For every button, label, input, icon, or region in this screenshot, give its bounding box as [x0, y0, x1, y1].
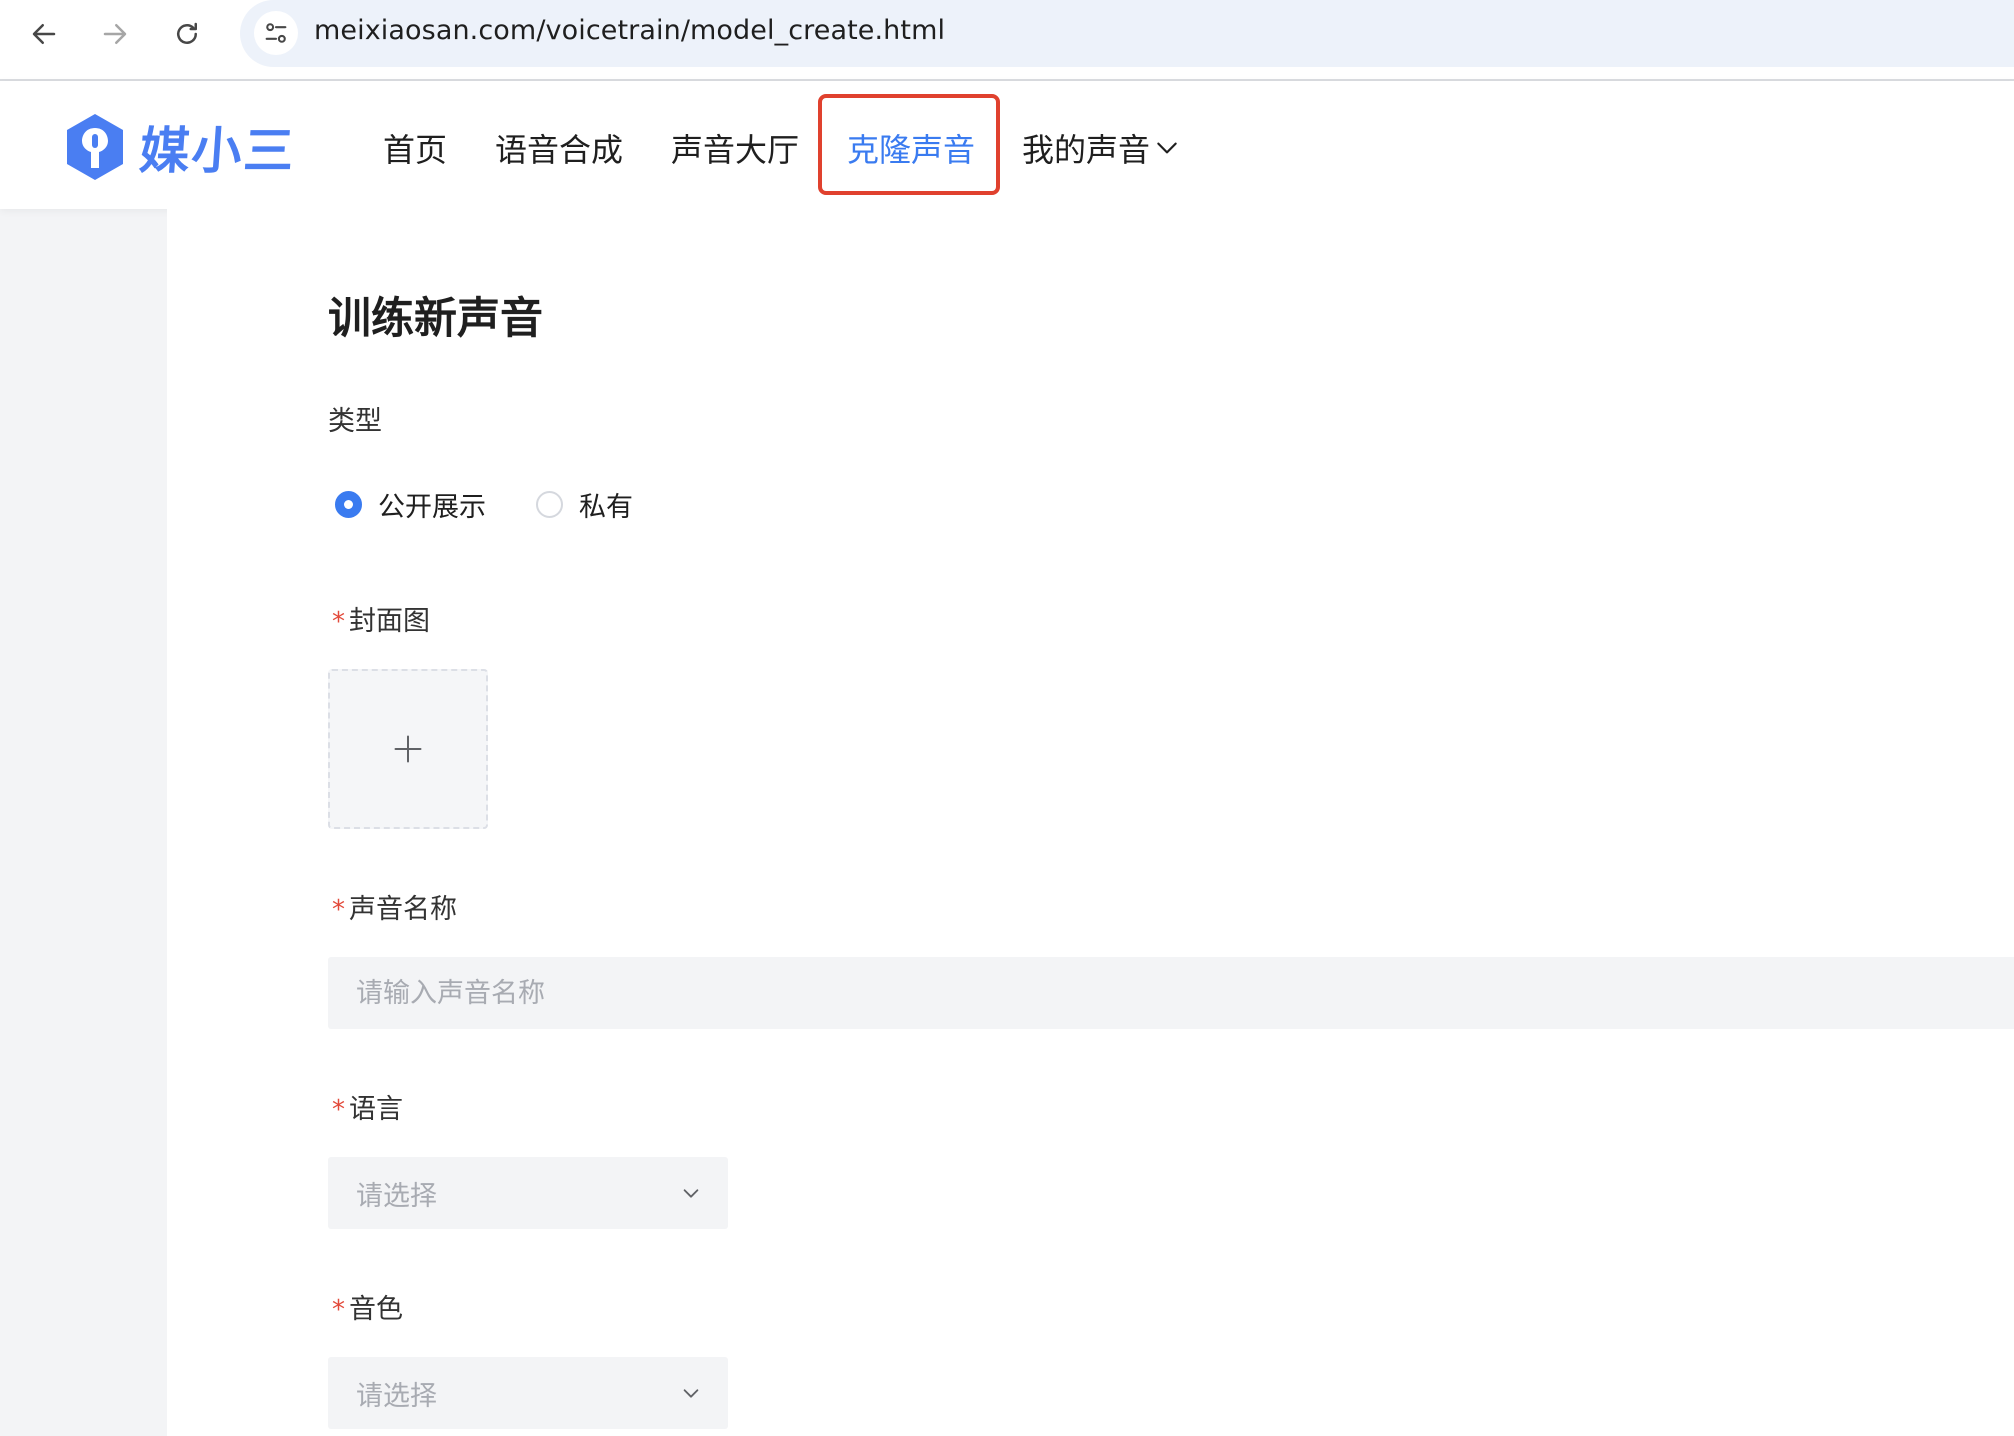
voice-name-input[interactable]: [328, 957, 2014, 1029]
radio-public-dot[interactable]: [335, 490, 362, 518]
site-info-button[interactable]: [254, 11, 298, 55]
language-label-text: 语言: [349, 1094, 403, 1125]
timbre-label: * 音色: [332, 1287, 403, 1326]
chevron-down-icon: [683, 1389, 699, 1398]
site-logo[interactable]: 媒小三: [64, 111, 298, 183]
voice-name-label-text: 声音名称: [349, 894, 457, 925]
required-mark: *: [332, 1095, 345, 1125]
arrow-right-icon: [103, 24, 127, 44]
nav-my-voices-label: 我的声音: [1022, 131, 1151, 169]
content-card: 训练新声音 类型 公开展示 私有 *封面图 *声音名称 *语言 请选择 *音色 …: [167, 209, 2014, 1436]
timbre-select[interactable]: 请选择: [328, 1357, 728, 1429]
site-header: 媒小三 首页 语音合成 声音大厅 克隆声音 我的声音: [0, 81, 2014, 209]
browser-toolbar: meixiaosan.com/voicetrain/model_create.h…: [0, 0, 2014, 81]
required-mark: *: [332, 1295, 345, 1325]
cover-upload-button[interactable]: [328, 669, 488, 829]
required-mark: *: [332, 607, 345, 637]
chevron-down-icon: [683, 1189, 699, 1198]
plus-icon: [394, 735, 422, 763]
logo-hexagon-icon: [67, 114, 123, 180]
radio-private[interactable]: 私有: [536, 485, 633, 524]
type-label: 类型: [328, 406, 382, 437]
timbre-label-text: 音色: [349, 1294, 403, 1325]
nav-my-voices[interactable]: 我的声音: [1022, 125, 1180, 171]
back-button[interactable]: [22, 12, 66, 56]
radio-private-dot[interactable]: [536, 490, 563, 518]
highlight-annotation-box: [818, 94, 1000, 195]
reload-icon: [177, 22, 197, 44]
type-radio-group: 公开展示 私有: [335, 484, 683, 524]
language-label: * 语言: [332, 1087, 403, 1126]
reload-button[interactable]: [165, 12, 209, 56]
address-bar[interactable]: meixiaosan.com/voicetrain/model_create.h…: [240, 0, 2014, 67]
logo-text: 媒小三: [137, 122, 298, 180]
nav-home[interactable]: 首页: [383, 125, 447, 171]
nav-tts[interactable]: 语音合成: [495, 125, 623, 171]
voice-name-label: * 声音名称: [332, 887, 457, 926]
forward-button[interactable]: [93, 12, 137, 56]
radio-public[interactable]: 公开展示: [335, 485, 486, 524]
nav-voice-hall[interactable]: 声音大厅: [671, 125, 799, 171]
arrow-left-icon: [32, 24, 56, 44]
cover-label: * 封面图: [332, 599, 430, 638]
language-select[interactable]: 请选择: [328, 1157, 728, 1229]
chevron-down-icon: [1157, 142, 1177, 154]
page-title: 训练新声音: [328, 294, 543, 344]
required-mark: *: [332, 895, 345, 925]
url-text[interactable]: meixiaosan.com/voicetrain/model_create.h…: [314, 15, 945, 46]
timbre-select-placeholder: 请选择: [356, 1380, 437, 1412]
radio-private-label[interactable]: 私有: [579, 485, 633, 524]
cover-label-text: 封面图: [349, 606, 430, 637]
language-select-placeholder: 请选择: [356, 1180, 437, 1212]
radio-public-label[interactable]: 公开展示: [378, 485, 486, 524]
tune-icon: [265, 23, 287, 43]
